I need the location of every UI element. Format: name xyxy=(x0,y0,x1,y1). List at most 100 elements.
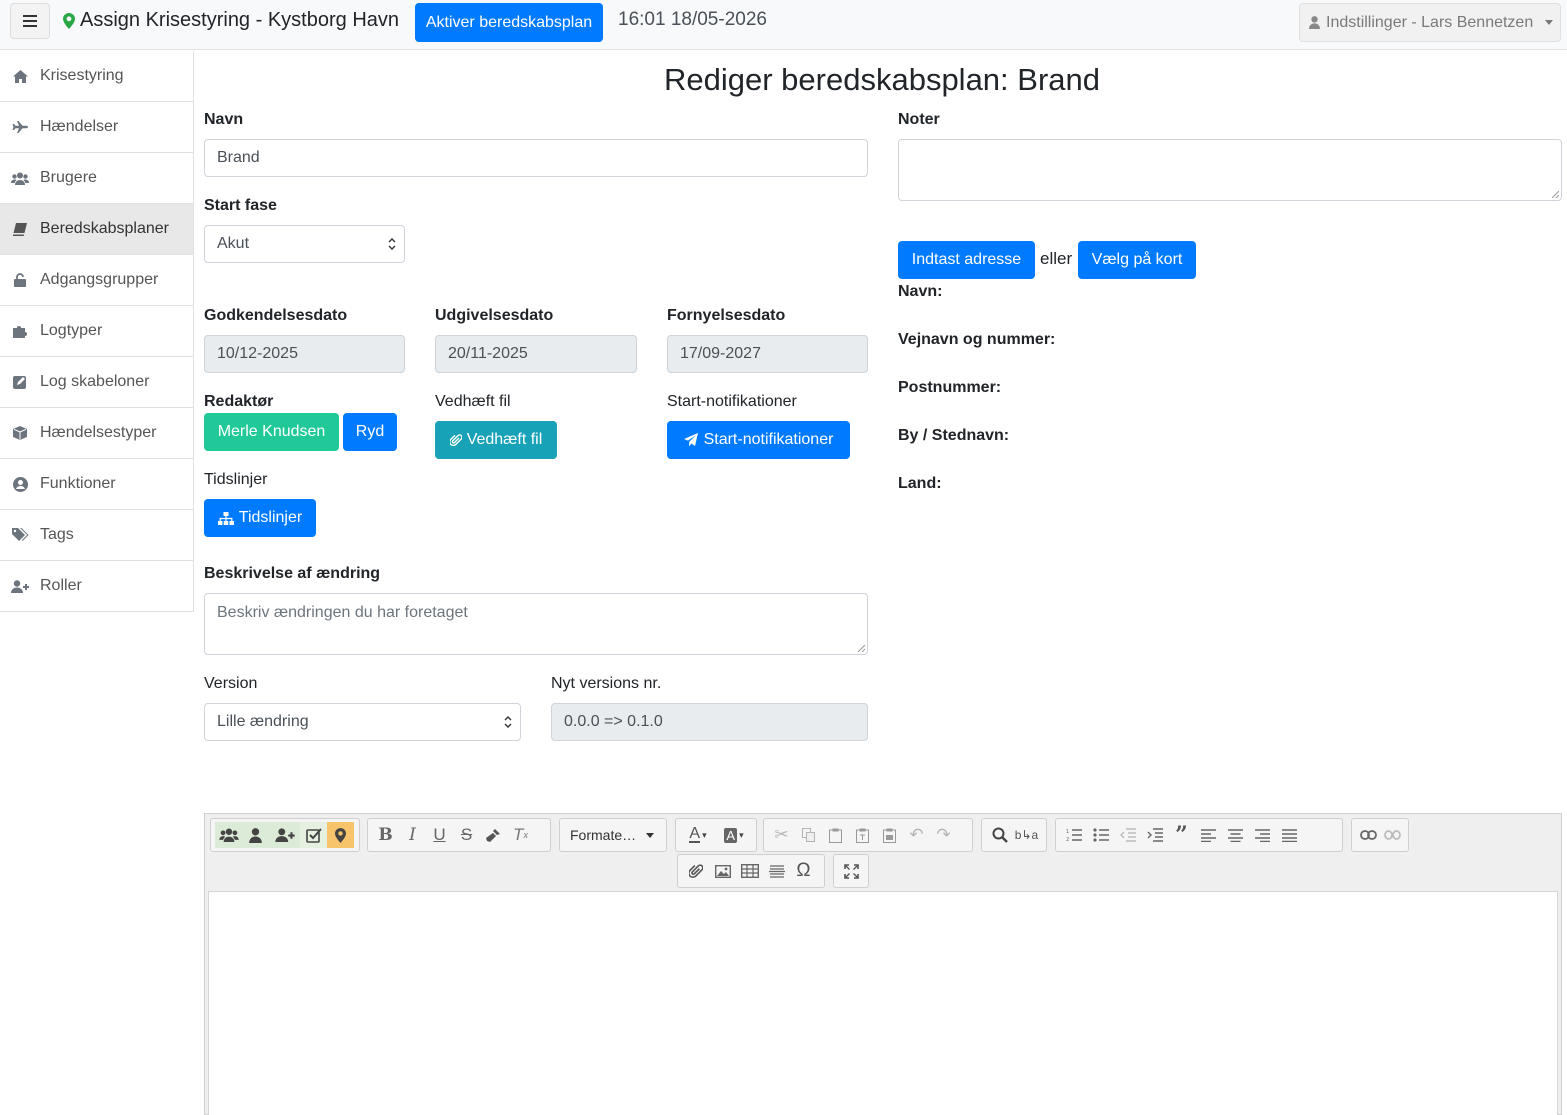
sidebar-item-adgangsgrupper[interactable]: Adgangsgrupper xyxy=(0,255,194,306)
editor-user-button[interactable]: Merle Knudsen xyxy=(204,413,339,451)
sidebar-item-label: Beredskabsplaner xyxy=(40,220,169,237)
outdent-icon[interactable] xyxy=(1114,822,1141,848)
copy-format-icon[interactable] xyxy=(480,822,507,848)
bold-icon[interactable]: B xyxy=(372,822,399,848)
paste-text-icon[interactable] xyxy=(849,822,876,848)
user-icon[interactable] xyxy=(242,822,269,848)
home-icon xyxy=(10,69,30,83)
blockquote-icon[interactable]: ” xyxy=(1168,822,1195,848)
align-left-icon[interactable] xyxy=(1195,822,1222,848)
select-arrows-icon xyxy=(388,238,396,250)
start-phase-select[interactable]: Akut xyxy=(204,225,405,263)
choose-on-map-button[interactable]: Vælg på kort xyxy=(1078,241,1196,279)
copy-icon[interactable] xyxy=(795,822,822,848)
attachment-icon[interactable] xyxy=(682,858,709,884)
numbered-list-icon[interactable]: 12 xyxy=(1060,822,1087,848)
hamburger-icon xyxy=(23,15,37,27)
svg-text:2: 2 xyxy=(1066,837,1069,842)
app-brand[interactable]: Assign Krisestyring - Kystborg Havn xyxy=(63,9,399,32)
users-icon xyxy=(10,172,30,185)
remove-format-icon[interactable]: Tx xyxy=(507,822,534,848)
users-icon[interactable] xyxy=(215,822,242,848)
user-circle-icon xyxy=(10,476,30,492)
approval-date-input[interactable]: 10/12-2025 xyxy=(204,335,405,373)
user-icon xyxy=(1309,16,1320,29)
top-navbar: Assign Krisestyring - Kystborg Havn Akti… xyxy=(0,0,1567,50)
notes-label: Noter xyxy=(898,111,940,128)
edit-icon xyxy=(10,375,30,389)
search-icon[interactable] xyxy=(986,822,1013,848)
unlink-icon[interactable] xyxy=(1380,822,1404,848)
paste-word-icon[interactable] xyxy=(876,822,903,848)
sidebar-item-funktioner[interactable]: Funktioner xyxy=(0,459,194,510)
underline-icon[interactable]: U xyxy=(426,822,453,848)
maximize-icon[interactable] xyxy=(838,858,864,884)
align-right-icon[interactable] xyxy=(1249,822,1276,848)
resize-grip-icon[interactable] xyxy=(1551,190,1559,198)
cut-icon[interactable]: ✂ xyxy=(768,822,795,848)
select-arrows-icon xyxy=(504,716,512,728)
release-date-label: Udgivelsesdato xyxy=(435,307,554,324)
replace-icon[interactable]: b↳a xyxy=(1013,822,1040,848)
background-color-icon[interactable]: A ▾ xyxy=(716,822,752,848)
change-description-textarea[interactable]: Beskriv ændringen du har foretaget xyxy=(204,593,868,655)
or-text: eller xyxy=(1040,249,1073,268)
settings-dropdown[interactable]: Indstillinger - Lars Bennetzen xyxy=(1299,3,1561,42)
paste-icon[interactable] xyxy=(822,822,849,848)
user-plus-icon[interactable] xyxy=(269,822,300,848)
address-city-label: By / Stednavn: xyxy=(898,427,1010,444)
notes-textarea[interactable] xyxy=(898,139,1562,201)
sidebar-item-roller[interactable]: Roller xyxy=(0,561,194,612)
resize-grip-icon[interactable] xyxy=(857,644,865,652)
strikethrough-icon[interactable]: S xyxy=(453,822,480,848)
align-justify-icon[interactable] xyxy=(1276,822,1303,848)
indent-icon[interactable] xyxy=(1141,822,1168,848)
sidebar-item-logtyper[interactable]: Logtyper xyxy=(0,306,194,357)
table-icon[interactable] xyxy=(736,858,763,884)
sidebar-item-label: Logtyper xyxy=(40,322,103,339)
sidebar-item-log-skabeloner[interactable]: Log skabeloner xyxy=(0,357,194,408)
undo-icon[interactable]: ↶ xyxy=(903,822,930,848)
app-title: Assign Krisestyring - Kystborg Havn xyxy=(80,9,400,31)
tags-icon xyxy=(10,528,30,542)
puzzle-icon xyxy=(10,324,30,338)
attach-file-button[interactable]: Vedhæft fil xyxy=(435,421,557,459)
italic-icon[interactable]: I xyxy=(399,822,426,848)
link-icon[interactable] xyxy=(1356,822,1380,848)
enter-address-button[interactable]: Indtast adresse xyxy=(898,241,1035,279)
horizontal-line-icon[interactable] xyxy=(763,858,790,884)
paperclip-icon xyxy=(449,434,462,447)
new-version-input[interactable]: 0.0.0 => 0.1.0 xyxy=(551,703,868,741)
timelines-button[interactable]: Tidslinjer xyxy=(204,499,316,537)
sidebar-item-brugere[interactable]: Brugere xyxy=(0,153,194,204)
redo-icon[interactable]: ↷ xyxy=(930,822,957,848)
version-select[interactable]: Lille ændring xyxy=(204,703,521,741)
unlock-icon xyxy=(10,273,30,287)
format-dropdown-label: Formate… xyxy=(570,827,637,843)
image-icon[interactable] xyxy=(709,858,736,884)
settings-label: Indstillinger - Lars Bennetzen xyxy=(1326,13,1534,31)
sidebar-item-krisestyring[interactable]: Krisestyring xyxy=(0,51,194,102)
align-center-icon[interactable] xyxy=(1222,822,1249,848)
clear-editor-button[interactable]: Ryd xyxy=(343,413,397,451)
sidebar-item-haendelsestyper[interactable]: Hændelsestyper xyxy=(0,408,194,459)
sidebar-item-tags[interactable]: Tags xyxy=(0,510,194,561)
name-input[interactable]: Brand xyxy=(204,139,868,177)
text-color-icon[interactable]: A ▾ xyxy=(680,822,716,848)
special-character-icon[interactable]: Ω xyxy=(790,858,817,884)
renewal-date-input[interactable]: 17/09-2027 xyxy=(667,335,868,373)
format-dropdown[interactable]: Formate… xyxy=(559,818,667,852)
sidebar-item-haendelser[interactable]: Hændelser xyxy=(0,102,194,153)
sidebar-item-beredskabsplaner[interactable]: Beredskabsplaner xyxy=(0,204,194,255)
map-marker-icon[interactable] xyxy=(327,822,354,848)
check-square-icon[interactable] xyxy=(300,822,327,848)
page-title: Rediger beredskabsplan: Brand xyxy=(664,62,1100,97)
menu-toggle-button[interactable] xyxy=(10,3,50,39)
version-label: Version xyxy=(204,675,258,692)
activate-plan-button[interactable]: Aktiver beredskabsplan xyxy=(415,3,603,42)
bullet-list-icon[interactable] xyxy=(1087,822,1114,848)
svg-text:1: 1 xyxy=(1066,829,1069,835)
start-notifications-button[interactable]: Start-notifikationer xyxy=(667,421,850,459)
editor-content-area[interactable] xyxy=(208,891,1558,1115)
release-date-input[interactable]: 20/11-2025 xyxy=(435,335,637,373)
